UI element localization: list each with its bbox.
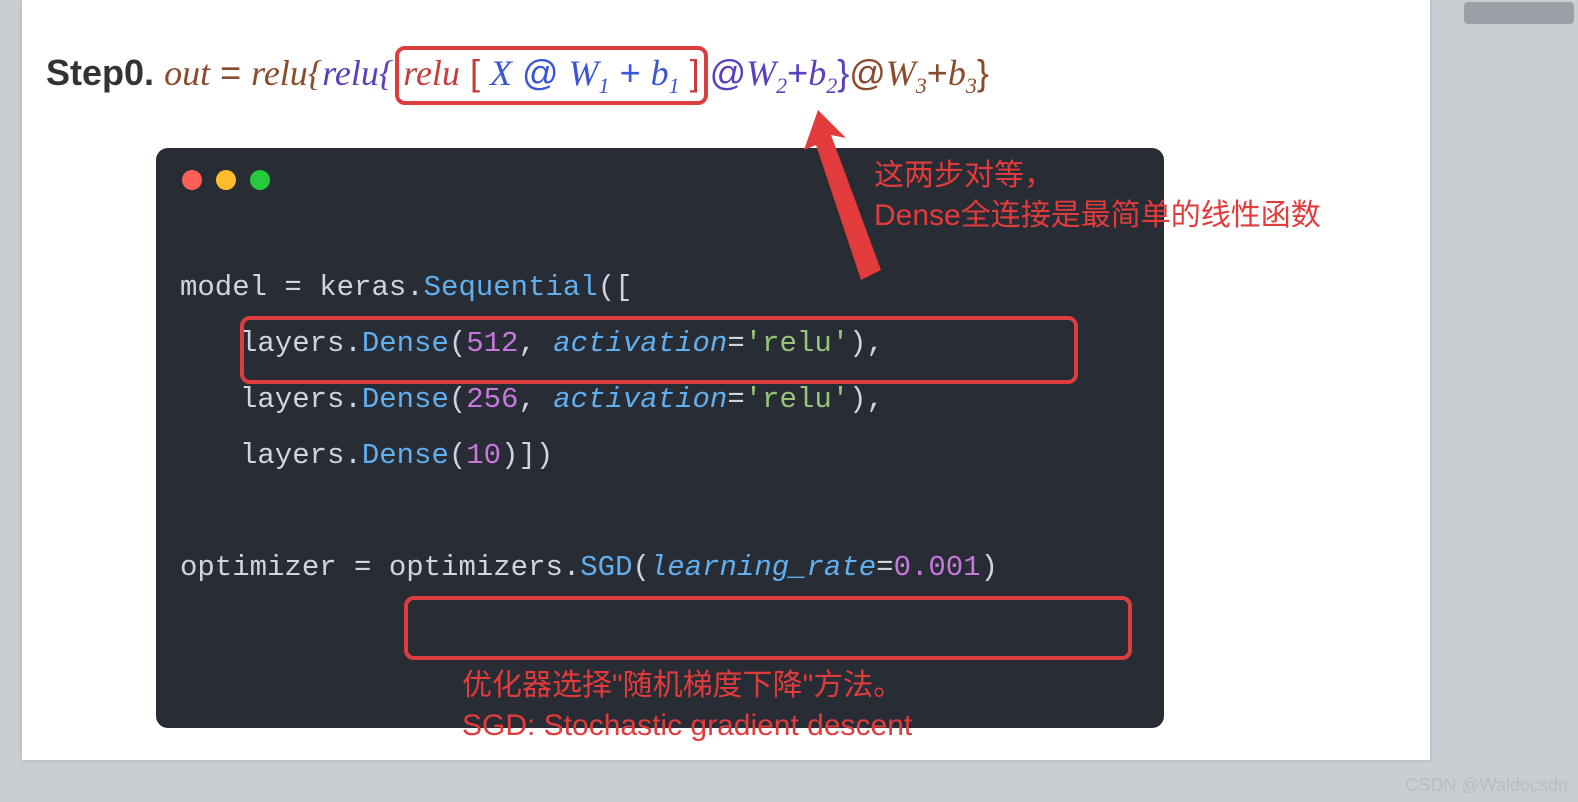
formula-highlight-box: relu [ X @ W1 + b1 ] — [395, 46, 707, 105]
close-icon — [182, 170, 202, 190]
formula-plus3: + — [927, 52, 948, 94]
formula-plus1: + — [620, 52, 651, 93]
formula-bracket-close: ] — [690, 52, 700, 93]
formula-x: X — [490, 53, 512, 93]
annotation-top-line1: 这两步对等， — [874, 156, 1321, 196]
formula-eq: = — [220, 52, 241, 94]
annotation-bottom: 优化器选择"随机梯度下降"方法。 SGD: Stochastic gradien… — [462, 666, 912, 746]
watermark-text: CSDN @Waldocsdn — [1405, 775, 1568, 796]
formula-w1: W1 — [569, 53, 610, 93]
formula-plus2: + — [787, 52, 808, 94]
formula-w3: W3 — [886, 52, 927, 99]
slide-page: Step0. out = relu{ relu{ relu [ X @ W1 +… — [22, 0, 1430, 760]
code-line-blank — [180, 484, 1144, 540]
scrollbar-thumb[interactable] — [1464, 2, 1574, 24]
formula-at1: @ — [522, 52, 559, 93]
code-line-2: layers.Dense(512, activation='relu'), — [180, 316, 1144, 372]
minimize-icon — [216, 170, 236, 190]
annotation-top: 这两步对等， Dense全连接是最简单的线性函数 — [874, 156, 1321, 236]
code-line-4: layers.Dense(10)]) — [180, 428, 1144, 484]
formula-relu-outer: relu{ — [251, 52, 322, 94]
code-line-6: optimizer = optimizers.SGD(learning_rate… — [180, 540, 1144, 596]
formula-bracket-open: [ — [470, 52, 480, 93]
formula-b2: b2 — [808, 52, 837, 99]
formula-w2: W2 — [746, 52, 787, 99]
formula-relu-mid: relu{ — [322, 52, 393, 94]
formula-line: Step0. out = relu{ relu{ relu [ X @ W1 +… — [46, 46, 989, 105]
window-traffic-lights — [182, 170, 270, 190]
formula-at2: @ — [710, 52, 747, 94]
formula-close2: } — [837, 52, 849, 94]
annotation-bottom-line2: SGD: Stochastic gradient descent — [462, 706, 912, 746]
formula-relu-inner: relu — [403, 53, 460, 93]
zoom-icon — [250, 170, 270, 190]
formula-close1: } — [977, 52, 989, 94]
step-label: Step0. — [46, 52, 154, 94]
code-body: model = keras.Sequential([ layers.Dense(… — [180, 260, 1144, 596]
highlight-sgd-box — [404, 596, 1132, 660]
formula-out: out — [164, 52, 210, 94]
annotation-top-line2: Dense全连接是最简单的线性函数 — [874, 196, 1321, 236]
code-line-1: model = keras.Sequential([ — [180, 260, 1144, 316]
formula-b3: b3 — [948, 52, 977, 99]
code-line-3: layers.Dense(256, activation='relu'), — [180, 372, 1144, 428]
formula-at3: @ — [849, 52, 886, 94]
annotation-bottom-line1: 优化器选择"随机梯度下降"方法。 — [462, 666, 912, 706]
formula-b1: b1 — [651, 53, 680, 93]
